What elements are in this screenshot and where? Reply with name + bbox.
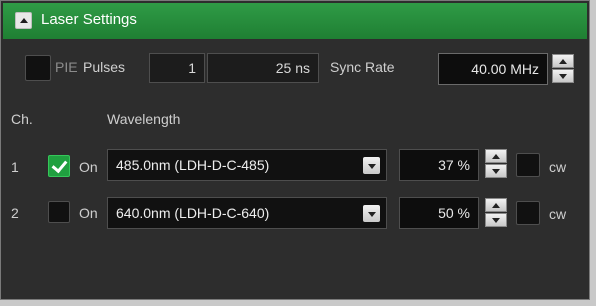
panel-title: Laser Settings xyxy=(41,11,137,28)
chevron-down-icon xyxy=(368,212,376,217)
chevron-up-icon xyxy=(559,59,567,64)
channel-2-wavelength-select[interactable]: 640.0nm (LDH-D-C-640) xyxy=(107,197,387,229)
cw-label: cw xyxy=(549,206,567,222)
channel-number: 1 xyxy=(11,159,19,175)
channel-2-power-stepper[interactable] xyxy=(485,198,507,228)
chevron-up-icon xyxy=(492,203,500,208)
wavelength-value: 485.0nm (LDH-D-C-485) xyxy=(116,157,270,173)
dropdown-button[interactable] xyxy=(363,157,380,174)
chevron-down-icon xyxy=(492,169,500,174)
channel-1-power-stepper[interactable] xyxy=(485,149,507,179)
power-decrement-button[interactable] xyxy=(485,164,507,178)
cw-label: cw xyxy=(549,159,567,175)
power-decrement-button[interactable] xyxy=(485,213,507,227)
chevron-down-icon xyxy=(492,218,500,223)
pie-label: PIE xyxy=(55,59,78,75)
chevron-up-icon xyxy=(492,154,500,159)
sync-rate-decrement-button[interactable] xyxy=(552,69,574,83)
wavelength-value: 640.0nm (LDH-D-C-640) xyxy=(116,205,270,221)
laser-settings-panel: Laser Settings PIE Pulses 1 25 ns Sync R… xyxy=(0,0,590,300)
channel-2-cw-checkbox[interactable] xyxy=(516,201,540,225)
channel-1-enable-checkbox[interactable] xyxy=(48,155,70,177)
channel-on-label: On xyxy=(79,205,98,221)
channel-2-enable-checkbox[interactable] xyxy=(48,201,70,223)
pulses-label: Pulses xyxy=(83,59,126,75)
collapse-button[interactable] xyxy=(15,12,32,29)
power-increment-button[interactable] xyxy=(485,198,507,212)
collapse-arrow-icon xyxy=(20,18,28,23)
channel-2-power-field[interactable]: 50 % xyxy=(399,197,479,229)
pulse-duration-field[interactable]: 25 ns xyxy=(207,53,319,83)
dropdown-button[interactable] xyxy=(363,205,380,222)
sync-rate-increment-button[interactable] xyxy=(552,54,574,68)
wavelength-column-header: Wavelength xyxy=(107,111,181,127)
chevron-down-icon xyxy=(368,164,376,169)
sync-rate-label: Sync Rate xyxy=(330,59,395,75)
sync-rate-field[interactable]: 40.00 MHz xyxy=(438,53,548,85)
chevron-down-icon xyxy=(559,74,567,79)
pulses-count-field[interactable]: 1 xyxy=(149,53,205,83)
checkmark-icon xyxy=(51,156,68,174)
channel-on-label: On xyxy=(79,159,98,175)
panel-header: Laser Settings xyxy=(3,3,587,39)
channel-column-header: Ch. xyxy=(11,111,33,127)
sync-rate-stepper[interactable] xyxy=(552,54,574,84)
channel-1-wavelength-select[interactable]: 485.0nm (LDH-D-C-485) xyxy=(107,149,387,181)
pie-checkbox[interactable] xyxy=(25,55,51,81)
power-increment-button[interactable] xyxy=(485,149,507,163)
channel-1-power-field[interactable]: 37 % xyxy=(399,149,479,181)
channel-number: 2 xyxy=(11,205,19,221)
channel-1-cw-checkbox[interactable] xyxy=(516,153,540,177)
